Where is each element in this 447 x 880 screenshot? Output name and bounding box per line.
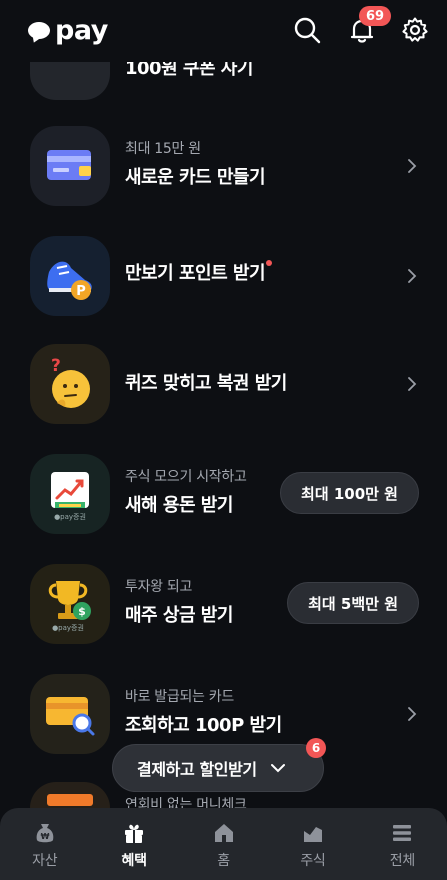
item-subtitle: 최대 15만 원 [125,141,201,157]
svg-text:P: P [76,284,86,299]
trophy-icon: $ ●pay증권 [30,564,110,644]
new-dot [266,260,273,266]
nav-item-home[interactable]: 홈 [179,808,268,880]
logo-text: pay [55,14,108,46]
stock-icon [303,827,322,842]
nav-label: 홈 [217,853,230,869]
menu-icon [393,825,412,841]
home-icon [214,824,233,842]
item-title: 만보기 포인트 받기 [125,260,273,286]
nav-label: 전체 [389,853,415,869]
item-title-text: 만보기 포인트 받기 [125,263,266,284]
list-item-stock-gift[interactable]: ●pay증권 주식 모으기 시작하고 새해 용돈 받기 최대 100만 원 [0,452,447,552]
nav-label: 주식 [300,853,326,869]
nav-label: 자산 [32,853,58,869]
app-header: pay 69 [0,0,447,62]
nav-item-stocks[interactable]: 주식 [268,808,357,880]
list-item-quiz[interactable]: ? 퀴즈 맞히고 복권 받기 [0,342,447,442]
nav-item-assets[interactable]: ₩ 자산 [0,808,89,880]
notification-badge: 69 [359,6,392,26]
item-subtitle: 주식 모으기 시작하고 [125,469,247,485]
thinking-face-icon: ? [30,344,110,424]
item-title: 매주 상금 받기 [125,605,233,626]
gift-icon [125,824,144,843]
bottom-nav: ₩ 자산 혜택 홈 주식 전체 [0,808,447,880]
item-subtitle: 투자왕 되고 [125,579,193,595]
item-title: 퀴즈 맞히고 복권 받기 [125,373,287,394]
card-search-icon [30,674,110,754]
nav-item-all[interactable]: 전체 [358,808,447,880]
max-reward-pill[interactable]: 최대 5백만 원 [287,582,419,624]
nav-label: 혜택 [121,853,147,869]
pay-discount-button[interactable]: 결제하고 할인받기 [112,744,324,792]
credit-card-icon [30,126,110,206]
svg-text:●pay증권: ●pay증권 [54,513,86,521]
svg-text:●pay증권: ●pay증권 [52,624,84,632]
nav-item-benefits[interactable]: 혜택 [89,808,178,880]
speech-bubble-icon [28,21,50,39]
svg-text:?: ? [51,356,61,376]
max-reward-pill[interactable]: 최대 100만 원 [280,472,419,514]
chevron-right-icon [408,377,417,391]
item-subtitle: 바로 발급되는 카드 [125,689,234,705]
search-icon[interactable] [293,16,321,44]
pay-logo[interactable]: pay [28,12,108,48]
chevron-down-icon [270,764,285,773]
stock-chart-icon: ●pay증권 [30,454,110,534]
chevron-right-icon [408,269,417,283]
list-item-pedometer[interactable]: P 만보기 포인트 받기 [0,234,447,334]
item-title: 조회하고 100P 받기 [125,715,282,736]
chevron-right-icon [408,707,417,721]
pay-discount-label: 결제하고 할인받기 [137,760,257,779]
money-bag-icon: ₩ [36,824,54,843]
item-title: 새로운 카드 만들기 [125,167,266,188]
item-title: 새해 용돈 받기 [125,495,233,516]
gear-icon[interactable] [401,16,429,44]
chevron-right-icon [408,159,417,173]
list-item-investment-king[interactable]: $ ●pay증권 투자왕 되고 매주 상금 받기 최대 5백만 원 [0,562,447,662]
discount-count-badge: 6 [306,738,326,758]
list-item-new-card[interactable]: 최대 15만 원 새로운 카드 만들기 [0,124,447,224]
sneaker-icon: P [30,236,110,316]
svg-text:₩: ₩ [40,832,49,841]
svg-text:$: $ [78,605,86,618]
